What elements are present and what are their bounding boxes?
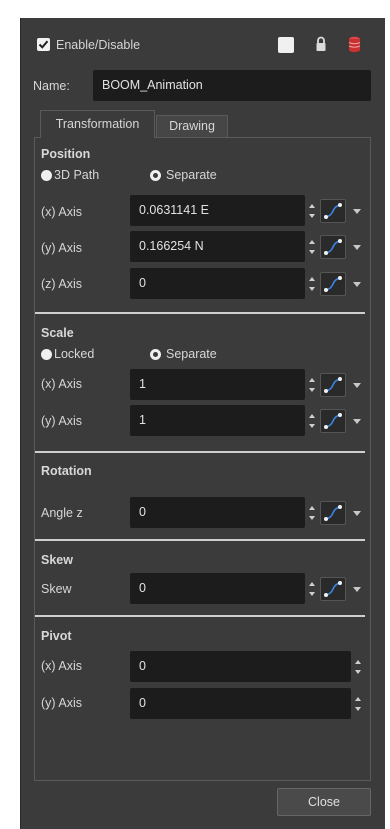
rotation-angle-input[interactable]: 0 <box>130 497 305 528</box>
position-y-function-button[interactable] <box>320 235 346 259</box>
position-x-label: (x) Axis <box>41 205 82 219</box>
database-icon[interactable] <box>348 36 361 53</box>
position-z-label: (z) Axis <box>41 277 82 291</box>
scale-y-label: (y) Axis <box>41 414 82 428</box>
radio-3d-path-label: 3D Path <box>54 168 100 182</box>
rotation-angle-label: Angle z <box>41 506 83 520</box>
name-input[interactable]: BOOM_Animation <box>93 70 371 101</box>
position-z-dropdown-icon[interactable] <box>353 282 361 287</box>
color-swatch-icon[interactable] <box>278 37 294 53</box>
position-z-spinner[interactable] <box>308 277 316 291</box>
rotation-angle-dropdown-icon[interactable] <box>353 511 361 516</box>
scale-x-label: (x) Axis <box>41 377 82 391</box>
radio-position-separate-label: Separate <box>166 168 217 182</box>
scale-y-input[interactable]: 1 <box>130 405 305 436</box>
enable-checkbox[interactable] <box>37 38 50 51</box>
layer-properties-panel: Enable/Disable Name: BOOM_Animation Tran… <box>20 18 385 829</box>
rotation-angle-spinner[interactable] <box>308 506 316 520</box>
position-y-label: (y) Axis <box>41 241 82 255</box>
position-z-input[interactable]: 0 <box>130 268 305 299</box>
name-label: Name: <box>33 79 70 93</box>
rotation-angle-function-button[interactable] <box>320 501 346 525</box>
radio-scale-separate-label: Separate <box>166 347 217 361</box>
skew-function-button[interactable] <box>320 577 346 601</box>
radio-scale-locked[interactable] <box>41 349 52 360</box>
pivot-x-spinner[interactable] <box>354 660 362 674</box>
lock-icon[interactable] <box>315 36 327 52</box>
pivot-y-label: (y) Axis <box>41 696 82 710</box>
position-x-dropdown-icon[interactable] <box>353 209 361 214</box>
radio-scale-separate[interactable] <box>150 349 161 360</box>
tab-transformation[interactable]: Transformation <box>40 110 155 138</box>
position-y-input[interactable]: 0.166254 N <box>130 231 305 262</box>
position-title: Position <box>41 147 91 161</box>
pivot-y-input[interactable]: 0 <box>130 688 351 719</box>
scale-y-dropdown-icon[interactable] <box>353 419 361 424</box>
radio-position-separate[interactable] <box>150 170 161 181</box>
pivot-y-spinner[interactable] <box>354 697 362 711</box>
close-button[interactable]: Close <box>277 788 371 816</box>
position-x-spinner[interactable] <box>308 204 316 218</box>
scale-y-function-button[interactable] <box>320 409 346 433</box>
enable-label: Enable/Disable <box>56 38 141 52</box>
scale-title: Scale <box>41 326 74 340</box>
tab-drawing[interactable]: Drawing <box>156 115 228 137</box>
position-x-input[interactable]: 0.0631141 E <box>130 195 305 226</box>
skew-title: Skew <box>41 553 73 567</box>
divider <box>35 539 365 541</box>
pivot-title: Pivot <box>41 629 72 643</box>
pivot-x-input[interactable]: 0 <box>130 651 351 682</box>
scale-x-function-button[interactable] <box>320 373 346 397</box>
divider <box>35 312 365 314</box>
skew-dropdown-icon[interactable] <box>353 587 361 592</box>
rotation-title: Rotation <box>41 464 92 478</box>
scale-x-input[interactable]: 1 <box>130 369 305 400</box>
radio-scale-locked-label: Locked <box>54 347 95 361</box>
scale-y-spinner[interactable] <box>308 414 316 428</box>
position-z-function-button[interactable] <box>320 272 346 296</box>
position-x-function-button[interactable] <box>320 199 346 223</box>
pivot-x-label: (x) Axis <box>41 659 82 673</box>
skew-spinner[interactable] <box>308 582 316 596</box>
skew-input[interactable]: 0 <box>130 573 305 604</box>
radio-3d-path[interactable] <box>41 170 52 181</box>
position-y-dropdown-icon[interactable] <box>353 245 361 250</box>
skew-label: Skew <box>41 582 72 596</box>
divider <box>35 451 365 453</box>
position-y-spinner[interactable] <box>308 240 316 254</box>
scale-x-spinner[interactable] <box>308 378 316 392</box>
scale-x-dropdown-icon[interactable] <box>353 383 361 388</box>
divider <box>35 615 365 617</box>
